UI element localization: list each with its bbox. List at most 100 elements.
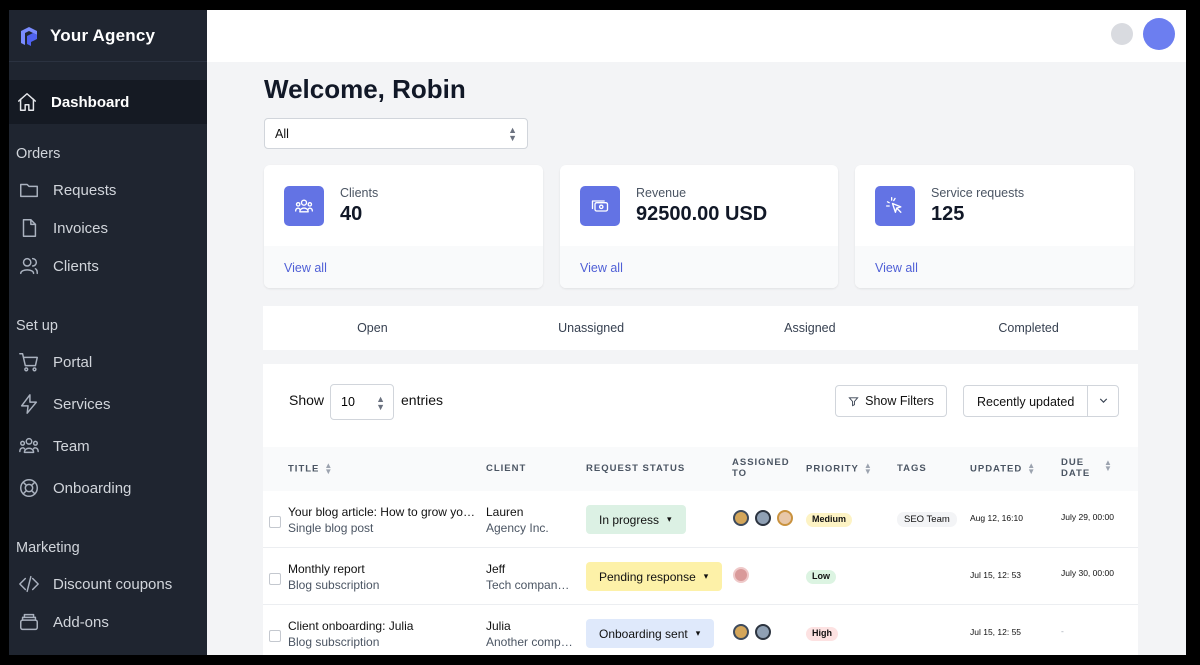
row-due-date: July 30, 00:00 [1061,568,1114,578]
app-window: Your Agency Dashboard Orders Requests In… [9,10,1186,655]
stat-label: Service requests [931,186,1025,200]
tab-open[interactable]: Open [263,306,482,350]
entries-value: 10 [341,395,355,409]
sidebar-item-label: Add-ons [53,613,109,631]
team-icon [18,435,40,457]
brand[interactable]: Your Agency [9,10,207,62]
col-title[interactable]: TITLE ▲ ▼ [288,462,333,476]
sidebar: Your Agency Dashboard Orders Requests In… [9,10,207,655]
avatar[interactable] [733,624,749,640]
sort-dropdown[interactable]: Recently updated [963,385,1119,417]
sidebar-item-onboarding[interactable]: Onboarding [9,470,207,506]
row-client-company: Another company [486,635,574,649]
filter-icon [848,396,859,406]
sidebar-item-label: Discount coupons [53,575,173,593]
show-filters-button[interactable]: Show Filters [835,385,947,417]
col-tags: TAGS [897,463,927,474]
sort-icon: ▲ ▼ [1104,458,1113,473]
stat-card-service-requests: Service requests 125 View all [855,165,1134,288]
table-row[interactable]: Monthly report Blog subscription Jeff Te… [263,548,1138,605]
col-priority[interactable]: PRIORITY ▲ ▼ [806,462,873,476]
row-title[interactable]: Your blog article: How to grow your busi… [288,505,478,519]
avatar[interactable] [777,510,793,526]
row-checkbox[interactable] [269,630,281,642]
table-row[interactable]: Your blog article: How to grow your busi… [263,491,1138,548]
brand-name: Your Agency [50,25,156,45]
table-row[interactable]: Client onboarding: Julia Blog subscripti… [263,605,1138,655]
sidebar-item-add-ons[interactable]: Add-ons [9,604,207,640]
show-filters-label: Show Filters [865,394,934,408]
stat-label: Clients [340,186,379,200]
avatar[interactable] [755,510,771,526]
code-icon [18,573,40,595]
view-all-link[interactable]: View all [580,261,623,275]
sidebar-item-team[interactable]: Team [9,428,207,464]
entries-select[interactable]: 10 ▲ ▼ [330,384,394,420]
page-title: Welcome, Robin [264,74,466,104]
chevron-down-icon: ▾ [667,514,672,524]
priority-badge: High [806,627,838,641]
sidebar-item-clients[interactable]: Clients [9,248,207,284]
filter-select[interactable]: All ▲ ▼ [264,118,528,149]
col-due-date[interactable]: DUE DATE ▲ ▼ [1061,457,1112,479]
group-icon [284,186,324,226]
tag-badge: SEO Team [897,512,957,527]
section-setup: Set up [16,318,58,334]
tab-completed[interactable]: Completed [919,306,1138,350]
section-marketing: Marketing [16,540,80,556]
status-label: In progress [599,512,660,527]
col-updated[interactable]: UPDATED ▲ ▼ [970,461,1037,476]
sidebar-item-label: Services [53,395,111,413]
sidebar-item-services[interactable]: Services [9,386,207,422]
view-all-link[interactable]: View all [284,261,327,275]
row-checkbox[interactable] [269,516,281,528]
sort-icon: ▲ ▼ [1027,461,1037,476]
top-bar [207,10,1186,62]
row-updated: Jul 15, 12: 53 [970,570,1022,580]
avatar[interactable] [755,624,771,640]
avatar[interactable] [733,567,749,583]
document-icon [18,217,40,239]
tab-unassigned[interactable]: Unassigned [482,306,701,350]
stat-card-revenue: Revenue 92500.00 USD View all [560,165,838,288]
stat-value: 40 [340,203,363,225]
avatar[interactable] [733,510,749,526]
sidebar-item-label: Team [53,437,90,455]
col-request-status: REQUEST STATUS [586,463,686,474]
stat-value: 92500.00 USD [636,203,768,225]
status-label: Onboarding sent [599,626,688,641]
stat-card-clients: Clients 40 View all [264,165,543,288]
priority-badge: Medium [806,513,853,527]
row-title[interactable]: Monthly report [288,562,478,576]
row-client-company: Agency Inc. [486,521,549,535]
sidebar-item-discount-coupons[interactable]: Discount coupons [9,566,207,602]
user-avatar[interactable] [1143,18,1175,50]
row-subtitle: Blog subscription [288,635,380,649]
view-all-link[interactable]: View all [875,261,918,275]
sidebar-item-label: Requests [53,181,117,199]
sidebar-item-portal[interactable]: Portal [9,344,207,380]
status-dropdown[interactable]: In progress ▾ [586,505,686,534]
status-label: Pending response [599,569,696,584]
status-dropdown[interactable]: Pending response ▾ [586,562,723,591]
show-label: Show [289,392,325,408]
status-dropdown[interactable]: Onboarding sent ▾ [586,619,715,648]
sidebar-item-dashboard[interactable]: Dashboard [9,80,207,124]
sidebar-item-invoices[interactable]: Invoices [9,210,207,246]
chevron-down-icon[interactable] [1097,394,1110,407]
tab-assigned[interactable]: Assigned [701,306,920,350]
sidebar-item-requests[interactable]: Requests [9,172,207,208]
row-checkbox[interactable] [269,573,281,585]
stat-label: Revenue [636,186,687,200]
entries-label: entries [401,392,444,408]
sidebar-item-label: Invoices [53,219,109,237]
row-client: Jeff [486,562,506,576]
notification-button[interactable] [1111,23,1133,45]
cursor-click-icon [875,186,915,226]
sidebar-item-label: Clients [53,257,99,275]
cash-icon [580,186,620,226]
select-arrows-icon: ▲ ▼ [376,394,385,412]
row-title[interactable]: Client onboarding: Julia [288,619,478,633]
table-header: TITLE ▲ ▼ CLIENT REQUEST STATUS ASSIGNED TO… [263,447,1138,491]
row-client: Lauren [486,505,524,519]
